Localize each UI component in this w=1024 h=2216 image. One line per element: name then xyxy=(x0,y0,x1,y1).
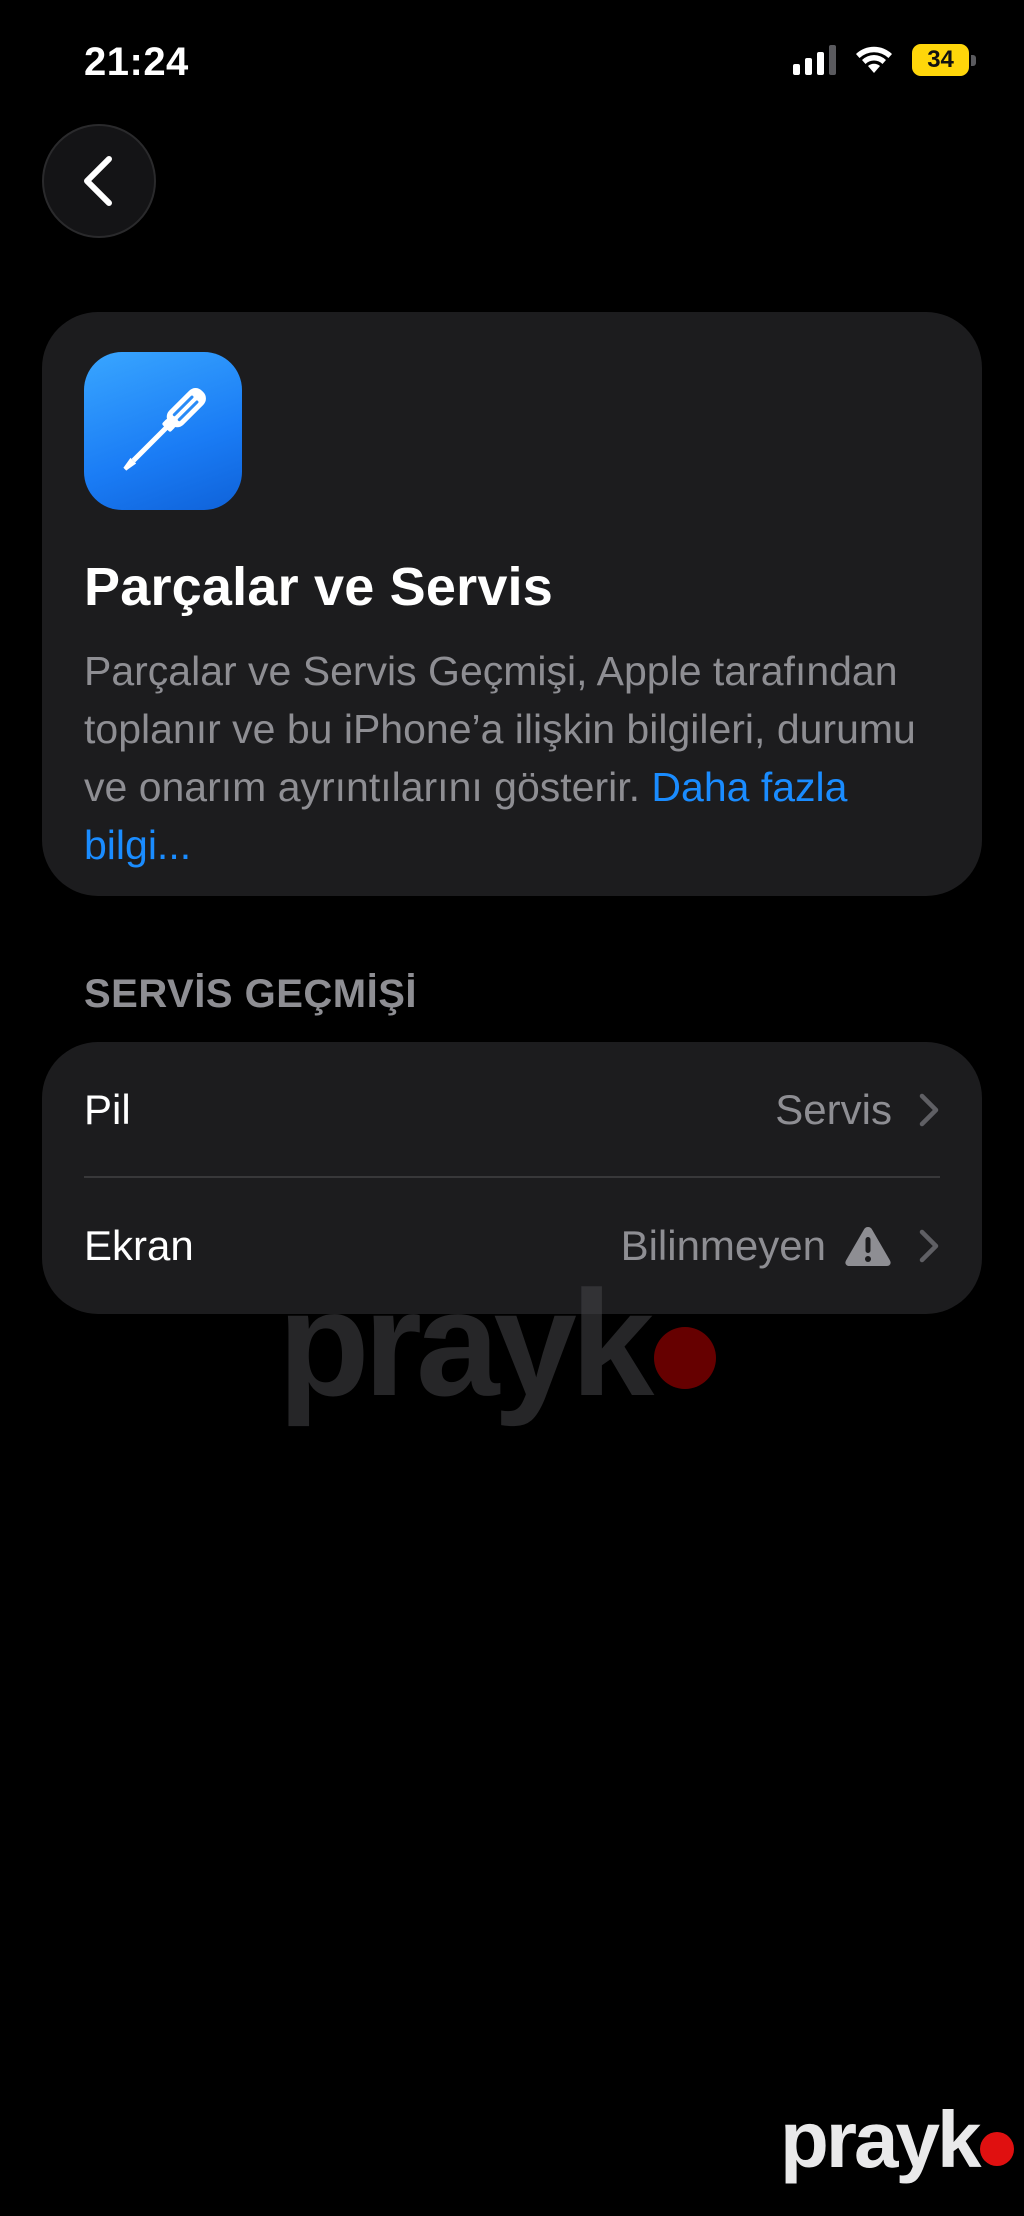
status-time: 21:24 xyxy=(84,40,189,84)
cellular-signal-icon xyxy=(793,45,836,75)
info-description: Parçalar ve Servis Geçmişi, Apple tarafı… xyxy=(84,642,944,874)
warning-icon xyxy=(845,1227,891,1266)
page-title: Parçalar ve Servis xyxy=(84,557,553,617)
status-indicators: 34 xyxy=(793,44,976,76)
chevron-right-icon xyxy=(919,1229,939,1263)
parts-service-app-icon xyxy=(84,352,242,510)
back-button[interactable] xyxy=(42,124,156,238)
watermark-corner: prayk xyxy=(780,2095,1015,2184)
chevron-left-icon xyxy=(84,156,112,206)
row-label: Pil xyxy=(84,1086,131,1133)
status-bar: 21:24 34 xyxy=(0,0,1024,130)
battery-icon: 34 xyxy=(912,44,976,76)
row-value: Servis xyxy=(775,1086,892,1133)
watermark-dot xyxy=(654,1327,717,1389)
watermark-corner-text: prayk xyxy=(780,2095,981,2184)
battery-percent: 34 xyxy=(927,46,954,73)
watermark-dot xyxy=(980,2132,1015,2166)
service-row-battery[interactable]: Pil Servis xyxy=(42,1042,982,1178)
watermark-center: prayk xyxy=(278,1259,717,1427)
chevron-right-icon xyxy=(919,1093,939,1127)
wifi-icon xyxy=(856,46,892,73)
screwdriver-icon xyxy=(123,388,206,471)
parts-service-info-card: Parçalar ve Servis Parçalar ve Servis Ge… xyxy=(42,312,982,896)
service-history-header: SERVİS GEÇMİŞİ xyxy=(84,972,418,1016)
row-value: Bilinmeyen xyxy=(620,1222,826,1269)
watermark-center-text: prayk xyxy=(278,1259,654,1427)
parts-and-service-screen: 21:24 34 Parçalar ve Servis Parçalar ve … xyxy=(0,0,1024,2216)
